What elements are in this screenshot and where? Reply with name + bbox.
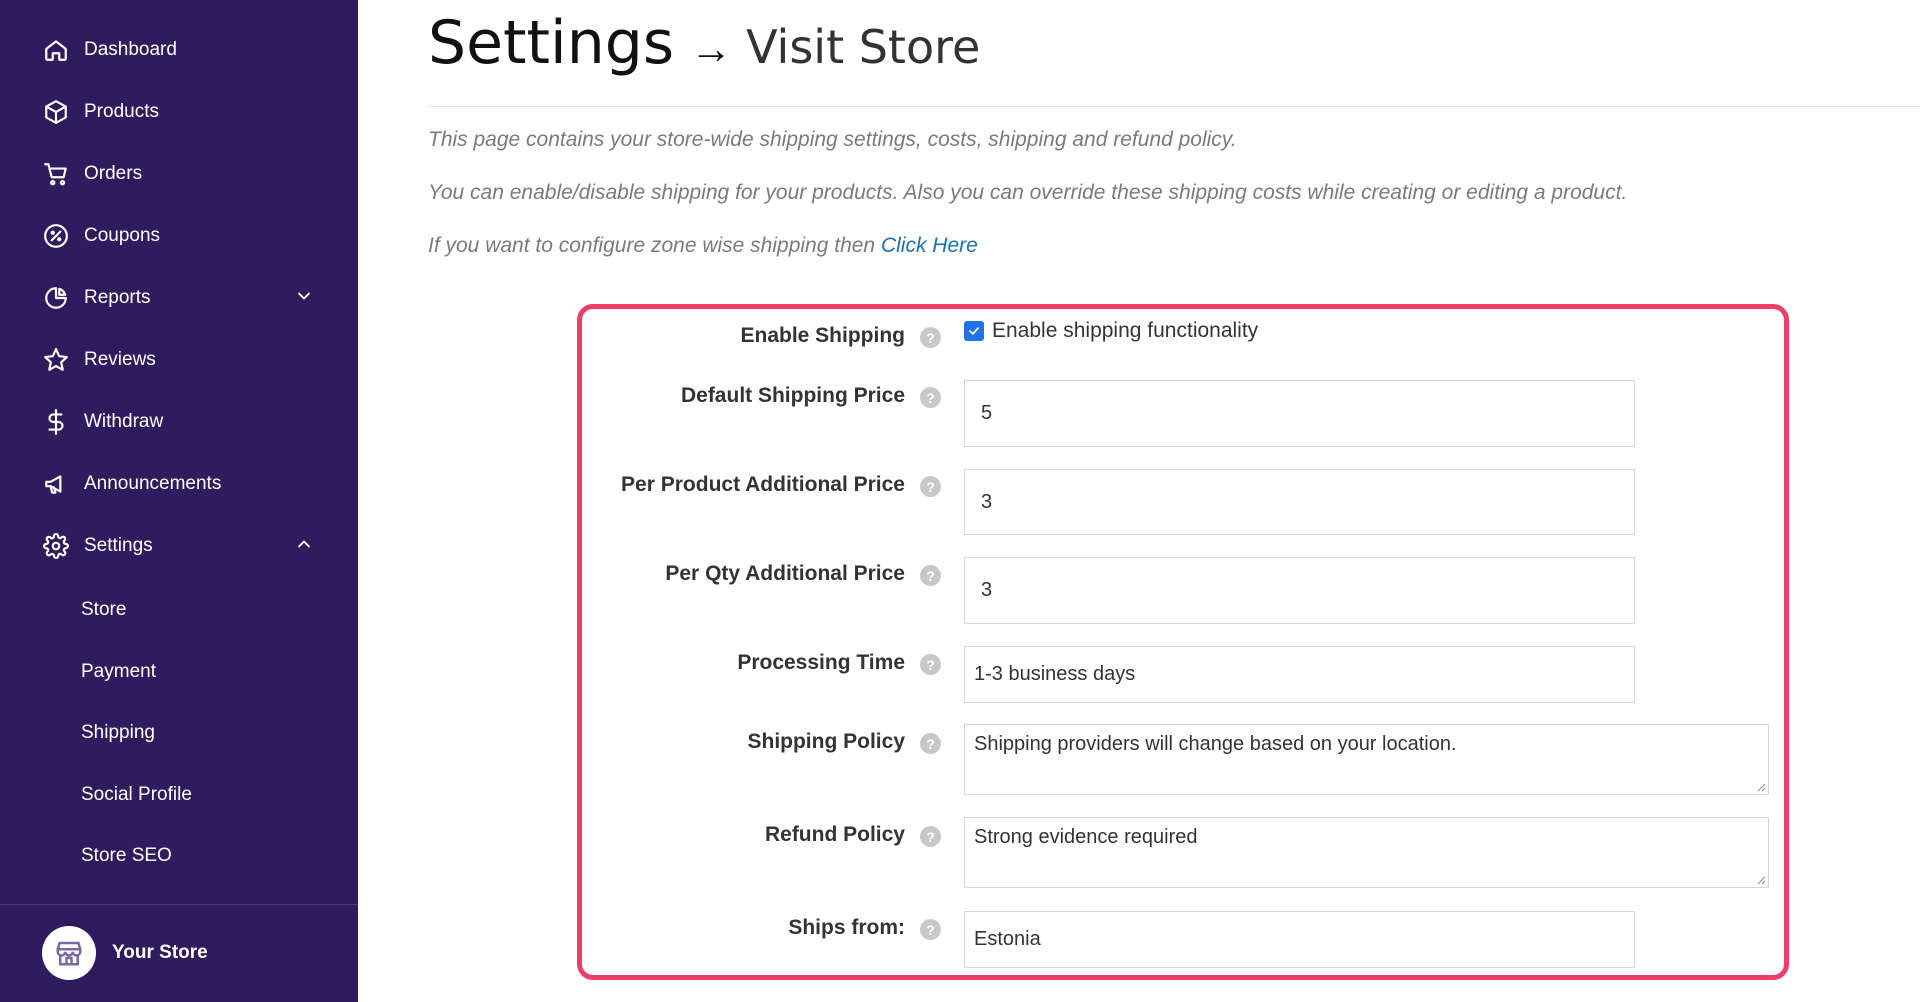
enable-shipping-checkbox[interactable] (964, 321, 984, 341)
per-qty-additional-price-label: Per Qty Additional Price (665, 562, 905, 585)
sidebar-item-label: Dashboard (84, 39, 177, 60)
processing-time-value: 1-3 business days (974, 663, 1136, 685)
chevron-up-icon[interactable] (294, 534, 318, 558)
gear-icon (42, 532, 70, 560)
refund-policy-label: Refund Policy (764, 823, 905, 846)
processing-time-input[interactable]: 1-3 business days (964, 646, 1635, 703)
sidebar-item-label: Settings (84, 535, 153, 556)
description-line-2: You can enable/disable shipping for your… (428, 181, 1628, 204)
sidebar-divider (0, 904, 358, 905)
sidebar-item-dashboard[interactable]: Dashboard (42, 30, 318, 70)
header-divider (428, 106, 1920, 107)
help-icon[interactable]: ? (920, 387, 941, 408)
zone-shipping-link[interactable]: Click Here (881, 234, 978, 257)
sidebar-item-orders[interactable]: Orders (42, 154, 318, 194)
refund-policy-textarea[interactable]: Strong evidence required (964, 817, 1769, 888)
ships-from-select[interactable]: Estonia (964, 911, 1635, 968)
page-title: Settings → Visit Store (428, 8, 980, 78)
processing-time-label: Processing Time (737, 651, 905, 674)
sidebar-item-reports[interactable]: Reports (42, 278, 318, 318)
page-title-text: Settings (428, 8, 675, 78)
per-product-additional-price-label: Per Product Additional Price (621, 473, 905, 496)
sidebar-item-label: Reports (84, 287, 151, 308)
sidebar-item-products[interactable]: Products (42, 92, 318, 132)
sidebar-item-label: Coupons (84, 225, 161, 246)
ships-from-label: Ships from: (788, 916, 905, 939)
sidebar-item-reviews[interactable]: Reviews (42, 340, 318, 380)
chevron-down-icon[interactable] (294, 286, 318, 310)
shipping-policy-textarea[interactable]: Shipping providers will change based on … (964, 724, 1769, 795)
default-shipping-price-label: Default Shipping Price (680, 384, 905, 407)
help-icon[interactable]: ? (920, 327, 941, 348)
sidebar-item-settings[interactable]: Settings (42, 526, 318, 566)
sidebar-subitem-shipping[interactable]: Shipping (81, 716, 155, 750)
sidebar-subitem-store-seo[interactable]: Store SEO (81, 839, 172, 873)
enable-shipping-toggle[interactable]: Enable shipping functionality (964, 319, 1258, 343)
cart-icon (42, 160, 70, 188)
store-switcher[interactable]: Your Store (42, 926, 208, 980)
per-product-additional-price-input[interactable]: 3 (964, 469, 1635, 535)
shipping-policy-value: Shipping providers will change based on … (974, 733, 1457, 755)
sidebar: Dashboard Products Orders Coupons Report… (0, 0, 358, 1002)
resize-grip-icon[interactable] (1756, 875, 1766, 885)
storefront-icon (56, 941, 82, 966)
sidebar-item-label: Orders (84, 163, 143, 184)
box-icon (42, 98, 70, 126)
coupon-icon (42, 222, 70, 250)
default-shipping-price-value: 5 (981, 402, 993, 424)
enable-shipping-checkbox-label: Enable shipping functionality (992, 319, 1259, 342)
ships-from-value: Estonia (974, 928, 1041, 950)
per-qty-additional-price-input[interactable]: 3 (964, 557, 1635, 624)
sidebar-subitem-social-profile[interactable]: Social Profile (81, 778, 192, 812)
home-icon (42, 36, 70, 64)
avatar (42, 926, 96, 980)
sidebar-subitem-payment[interactable]: Payment (81, 655, 156, 689)
sidebar-item-announcements[interactable]: Announcements (42, 464, 318, 504)
per-product-additional-price-value: 3 (981, 490, 993, 513)
sidebar-item-label: Withdraw (84, 411, 164, 432)
enable-shipping-label: Enable Shipping (740, 324, 905, 347)
description-line-1: This page contains your store-wide shipp… (428, 128, 1237, 151)
help-icon[interactable]: ? (920, 565, 941, 586)
shipping-policy-label: Shipping Policy (747, 730, 905, 753)
pie-chart-icon (42, 284, 70, 312)
sidebar-subitem-store[interactable]: Store (81, 593, 126, 627)
help-icon[interactable]: ? (920, 919, 941, 940)
megaphone-icon (42, 470, 70, 498)
checkmark-icon (969, 327, 979, 335)
sidebar-item-label: Announcements (84, 473, 222, 494)
help-icon[interactable]: ? (920, 476, 941, 497)
dollar-icon (42, 408, 70, 436)
refund-policy-value: Strong evidence required (974, 826, 1198, 848)
visit-store-link[interactable]: Visit Store (746, 20, 980, 74)
per-qty-additional-price-value: 3 (981, 579, 993, 601)
default-shipping-price-input[interactable]: 5 (964, 380, 1635, 447)
sidebar-item-label: Reviews (84, 349, 156, 370)
description-line-3-text: If you want to configure zone wise shipp… (428, 234, 876, 257)
store-name: Your Store (112, 942, 208, 963)
sidebar-item-withdraw[interactable]: Withdraw (42, 402, 318, 442)
help-icon[interactable]: ? (920, 654, 941, 675)
star-icon (42, 346, 70, 374)
description-line-3: If you want to configure zone wise shipp… (428, 234, 978, 258)
resize-grip-icon[interactable] (1756, 782, 1766, 792)
arrow-right-icon: → (690, 25, 733, 72)
sidebar-item-coupons[interactable]: Coupons (42, 216, 318, 256)
help-icon[interactable]: ? (920, 733, 941, 754)
help-icon[interactable]: ? (920, 826, 941, 847)
sidebar-item-label: Products (84, 101, 159, 122)
